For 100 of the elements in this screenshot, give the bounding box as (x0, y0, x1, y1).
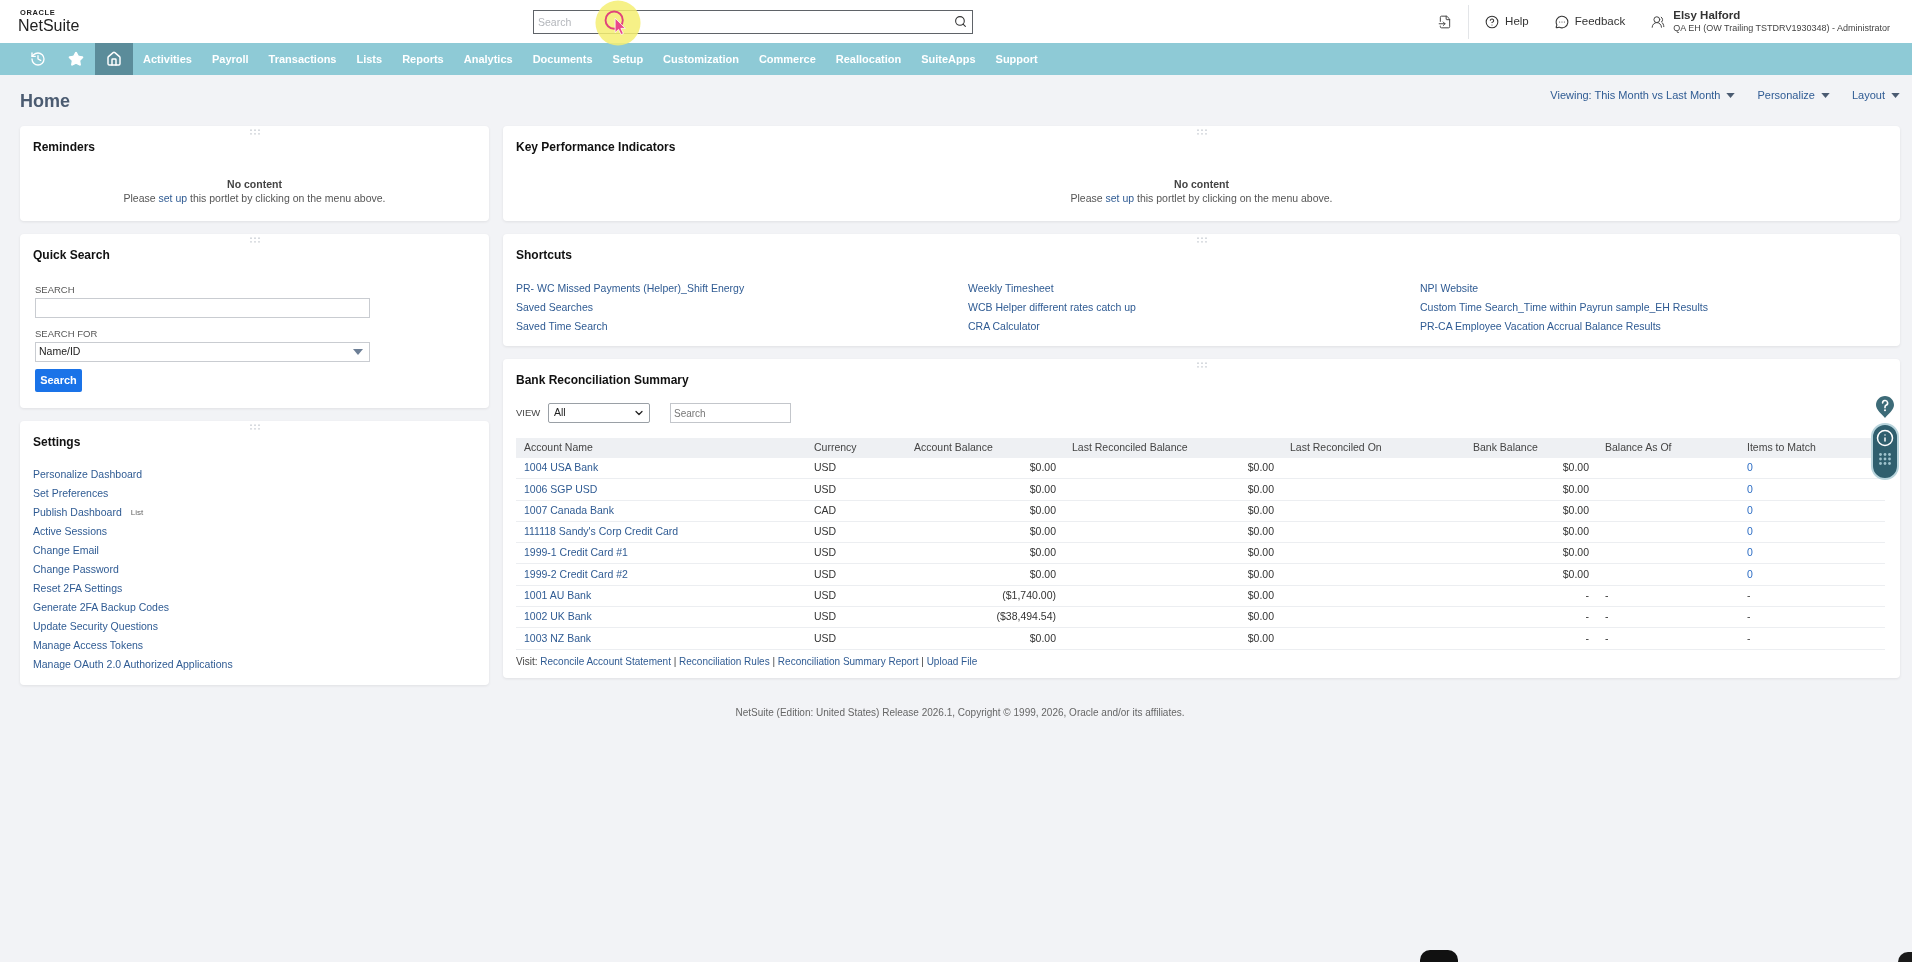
view-select[interactable]: All (548, 403, 650, 423)
card-title: Shortcuts (516, 247, 573, 264)
visit-link[interactable]: Reconciliation Rules (679, 655, 770, 667)
search-button[interactable]: Search (35, 369, 82, 392)
account-link[interactable]: 111118 Sandy's Corp Credit Card (524, 524, 679, 540)
table-cell-text: $0.00 (1029, 566, 1056, 582)
settings-link[interactable]: Reset 2FA Settings (33, 580, 123, 597)
empty-message: Please set up this portlet by clicking on the menu above. (123, 191, 386, 205)
drag-handle-icon[interactable] (1196, 237, 1207, 243)
user-name[interactable]: Elsy Halford (1673, 9, 1890, 22)
settings-link[interactable]: Publish Dashboard (33, 504, 122, 521)
info-icon[interactable] (1876, 429, 1894, 447)
account-link[interactable]: 1007 Canada Bank (524, 502, 614, 519)
shortcut-link[interactable]: NPI Website (1420, 280, 1479, 297)
product-logo[interactable]: NetSuite (18, 17, 80, 35)
empty-heading: No content (1174, 177, 1229, 191)
personalize-dropdown[interactable]: Personalize (1757, 87, 1830, 104)
drag-handle-icon[interactable] (249, 129, 260, 135)
settings-link[interactable]: Set Preferences (33, 485, 109, 502)
items-link[interactable]: 0 (1747, 545, 1753, 562)
column-header[interactable]: Account Name (524, 440, 593, 456)
settings-link[interactable]: Manage OAuth 2.0 Authorized Applications (33, 656, 233, 673)
column-header[interactable]: Last Reconciled Balance (1072, 440, 1188, 456)
column-header[interactable]: Balance As Of (1605, 440, 1672, 456)
settings-link[interactable]: Personalize Dashboard (33, 466, 143, 483)
help-pin-icon[interactable] (1876, 396, 1894, 418)
global-search-field[interactable]: Search (533, 9, 973, 34)
user-role: QA EH (OW Trailing TSTDRV1930348) - Administrator (1673, 22, 1890, 34)
document-arrow-icon[interactable] (1438, 14, 1453, 29)
account-link[interactable]: 1004 USA Bank (524, 460, 599, 476)
setup-link[interactable]: set up (1105, 192, 1135, 204)
help-button[interactable]: Help (1485, 12, 1529, 31)
settings-link[interactable]: Change Password (33, 561, 119, 578)
drag-handle-icon[interactable] (1196, 362, 1207, 368)
table-search-input[interactable]: Search (670, 403, 791, 423)
column-header[interactable]: Currency (814, 440, 857, 456)
shortcut-link[interactable]: Weekly Timesheet (968, 280, 1054, 297)
users-icon[interactable] (1651, 14, 1666, 29)
viewing-dropdown[interactable]: Viewing: This Month vs Last Month (1550, 87, 1736, 104)
grid-dots-icon[interactable] (1879, 453, 1891, 465)
table-cell-text: $0.00 (1562, 481, 1589, 497)
shortcut-link[interactable]: CRA Calculator (968, 318, 1040, 335)
table-cell: $0.00 (1247, 588, 1274, 604)
items-link[interactable]: 0 (1747, 460, 1753, 476)
visit-link[interactable]: Reconcile Account Statement (540, 655, 671, 667)
feedback-button[interactable]: Feedback (1554, 12, 1626, 31)
items-link[interactable]: 0 (1747, 481, 1753, 498)
settings-link[interactable]: Manage Access Tokens (33, 637, 144, 654)
bottom-handle[interactable] (1420, 950, 1458, 962)
shortcut-link[interactable]: Saved Searches (516, 299, 594, 316)
account-link[interactable]: 1999-2 Credit Card #2 (524, 566, 628, 583)
column-header[interactable]: Last Reconciled On (1290, 440, 1382, 456)
shortcut-link[interactable]: PR-CA Employee Vacation Accrual Balance Results (1420, 318, 1661, 335)
search-icon[interactable] (954, 14, 967, 28)
table-cell-text: USD (814, 545, 837, 561)
table-cell-text: $0.00 (1029, 481, 1056, 497)
search-for-select[interactable]: Name/ID (35, 342, 370, 362)
column-header[interactable]: Items to Match (1747, 440, 1816, 456)
table-cell: $0.00 (1247, 460, 1274, 476)
drag-handle-icon[interactable] (249, 424, 260, 430)
settings-link[interactable]: Generate 2FA Backup Codes (33, 599, 169, 616)
copyright-text: NetSuite (Edition: United States) Release 2026.1, Copyright © 1999, 2026, Oracle and/or its affiliates. (734, 706, 1186, 720)
items-link[interactable]: 0 (1747, 524, 1753, 540)
visit-link[interactable]: Reconciliation Summary Report (777, 655, 919, 667)
layout-dropdown[interactable]: Layout (1851, 87, 1900, 104)
visit-link[interactable]: Upload File (926, 655, 978, 667)
drag-handle-icon[interactable] (1196, 129, 1207, 135)
shortcut-link[interactable]: PR- WC Missed Payments (Helper)_Shift Energy (516, 280, 745, 297)
home-button[interactable] (95, 43, 133, 75)
list-link[interactable]: List (130, 506, 144, 519)
settings-link[interactable]: Update Security Questions (33, 618, 158, 635)
table-cell: ($1,740.00) (1002, 588, 1056, 604)
table-cell: USD (814, 524, 837, 540)
card-title: Bank Reconciliation Summary (516, 372, 690, 389)
account-link[interactable]: 1003 NZ Bank (524, 630, 592, 647)
table-cell: $0.00 (1029, 460, 1056, 476)
table-cell-text: $0.00 (1029, 502, 1056, 518)
empty-heading: No content (227, 177, 282, 191)
shortcut-link[interactable]: WCB Helper different rates catch up (968, 299, 1136, 316)
settings-link[interactable]: Active Sessions (33, 523, 108, 540)
account-link[interactable]: 1006 SGP USD (524, 481, 598, 498)
drag-handle-icon[interactable] (249, 237, 260, 243)
account-link[interactable]: 1001 AU Bank (524, 588, 592, 604)
account-link[interactable]: 1999-1 Credit Card #1 (524, 545, 628, 562)
column-header[interactable]: Bank Balance (1473, 440, 1538, 456)
setup-link[interactable]: set up (158, 192, 188, 204)
settings-link[interactable]: Change Email (33, 542, 99, 559)
account-link[interactable]: 1002 UK Bank (524, 609, 592, 626)
search-input[interactable] (35, 298, 370, 318)
items-link[interactable]: 0 (1747, 502, 1753, 519)
table-cell-text: $0.00 (1247, 609, 1274, 625)
field-label: SEARCH (35, 284, 75, 296)
field-label: SEARCH FOR (35, 328, 98, 340)
view-label: VIEW (516, 405, 542, 420)
column-header[interactable]: Account Balance (914, 440, 993, 456)
shortcut-link[interactable]: Custom Time Search_Time within Payrun sample_EH Results (1420, 299, 1708, 316)
shortcut-link[interactable]: Saved Time Search (516, 318, 608, 335)
items-link[interactable]: 0 (1747, 566, 1753, 583)
table-cell: USD (814, 460, 837, 476)
table-cell-text: - (1585, 630, 1589, 646)
